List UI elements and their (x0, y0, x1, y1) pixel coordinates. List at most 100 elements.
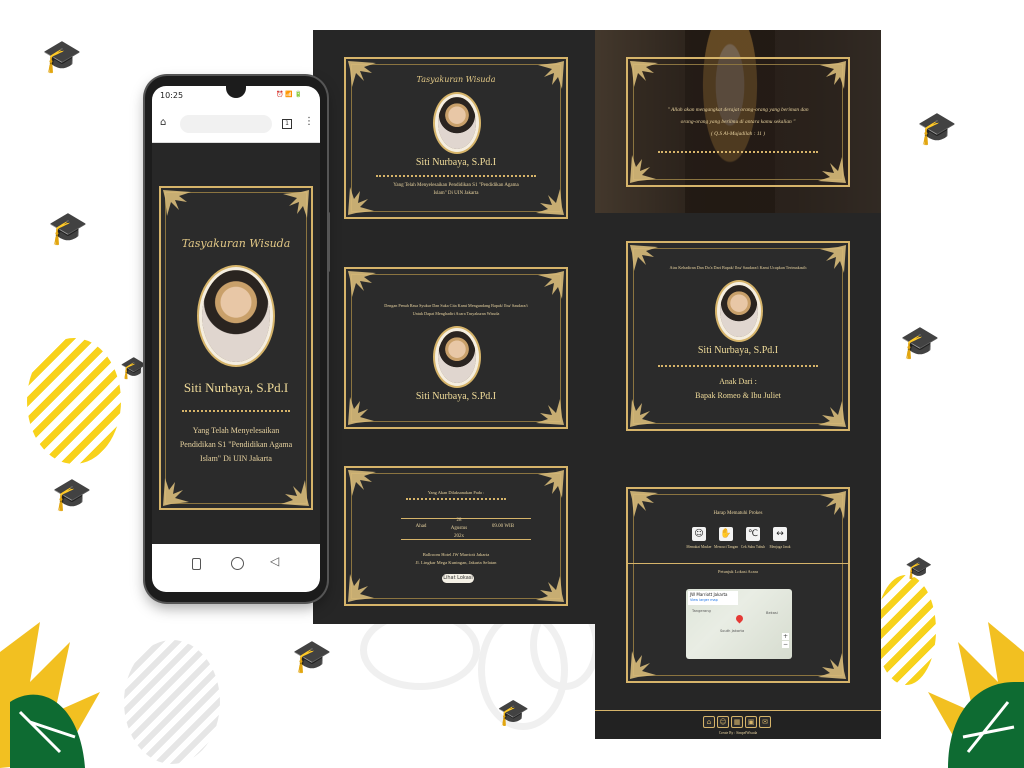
greeting-photo (438, 331, 476, 383)
url-bar[interactable] (180, 115, 272, 133)
gold-leaf-ornament (818, 653, 846, 679)
nav-home-button[interactable] (231, 557, 244, 570)
monstera-leaf-decoration (928, 622, 1024, 768)
gold-leaf-ornament (348, 574, 374, 602)
browser-menu-icon[interactable]: ⋮ (304, 116, 314, 127)
map-pin-icon (734, 613, 745, 624)
nav-message-icon[interactable]: ✉ (759, 716, 771, 728)
parents-names: Bapak Romeo & Ibu Juliet (695, 391, 781, 400)
gold-leaf-ornament (630, 651, 656, 679)
view-location-button[interactable]: Lihat Lokasi (442, 574, 474, 583)
phone-card-name: Siti Nurbaya, S.Pd.I (183, 380, 289, 395)
graduation-cap-icon: 🎓 (52, 475, 92, 513)
graduation-cap-icon: 🎓 (917, 109, 957, 147)
greeting-name: Siti Nurbaya, S.Pd.I (415, 391, 497, 402)
footer-credit: Create By : SimpelWisuda (718, 731, 758, 735)
nav-back-icon[interactable]: ◁ (270, 554, 279, 568)
thermometer-icon: ℃ (746, 527, 760, 541)
graduation-cap-icon: 🎓 (48, 209, 88, 247)
phone-desc-line1: Yang Telah Menyelesaikan (192, 426, 280, 435)
map-zoom-out-button[interactable]: − (782, 641, 789, 648)
greeting-line2: Untuk Dapat Menghadiri Acara Tasyakuran … (412, 311, 500, 316)
quote-line1: " Allah akan mengangkat derajat orang-or… (667, 107, 809, 113)
map-embed[interactable]: JW Marriott Jakarta View larger map Tang… (686, 589, 792, 659)
gold-leaf-ornament (536, 399, 564, 425)
nav-recents-icon[interactable] (192, 558, 201, 570)
map-label: JW Marriott Jakarta (690, 592, 728, 597)
health-item-2: Mencuci Tangan (714, 545, 738, 549)
map-title: Petunjuk Lokasi Acara (718, 569, 758, 574)
gold-leaf-ornament (163, 190, 191, 216)
cover-desc-line1: Yang Telah Menyelesaikan Pendidikan S1 "… (393, 183, 519, 188)
cover-photo (438, 97, 476, 149)
gold-leaf-ornament (630, 399, 656, 427)
event-year: 202x (454, 534, 464, 539)
map-city: Tangerang (692, 609, 711, 613)
nav-gallery-icon[interactable]: ▣ (745, 716, 757, 728)
status-time: 10:25 (160, 91, 184, 100)
gold-leaf-ornament (630, 491, 658, 517)
gold-leaf-ornament (348, 61, 376, 87)
graduation-cap-icon: 🎓 (905, 556, 933, 581)
gold-leaf-ornament (281, 480, 309, 506)
phone-side-button (327, 212, 330, 272)
tab-count-button[interactable]: 1 (282, 119, 292, 129)
gold-leaf-ornament (538, 271, 564, 299)
status-icons: ⏰ 📶 🔋 (276, 91, 303, 98)
gold-leaf-ornament (348, 187, 374, 215)
event-address: Jl. Lingkar Mega Kuningan, Jakarta Selat… (415, 560, 497, 565)
wash-hands-icon: ✋ (719, 527, 733, 541)
wavy-divider (182, 410, 290, 416)
health-item-3: Cek Suhu Tubuh (740, 545, 766, 549)
phone-card-title: Tasyakuran Wisuda (181, 237, 291, 250)
home-icon[interactable]: ⌂ (160, 117, 166, 128)
child-of-label: Anak Dari : (719, 377, 757, 386)
gold-leaf-ornament (538, 470, 564, 498)
map-area2: Bekasi (766, 611, 778, 615)
distance-icon: ↔ (773, 527, 787, 541)
gold-leaf-ornament (283, 190, 309, 218)
parents-photo (720, 285, 758, 337)
gold-leaf-ornament (163, 478, 189, 506)
map-larger-link[interactable]: View larger map (690, 598, 718, 602)
gold-leaf-ornament (348, 397, 374, 425)
gold-leaf-ornament (536, 576, 564, 602)
cover-name: Siti Nurbaya, S.Pd.I (415, 157, 497, 168)
gold-leaf-ornament (538, 61, 564, 89)
greeting-line1: Dengan Penuh Rasa Syukur Dan Suka Cita K… (384, 303, 528, 308)
event-time: 09.00 WIB (491, 524, 515, 529)
parents-intro: Atas Kehadiran Dan Do'a Dari Bapak/ Ibu/… (669, 265, 807, 270)
gold-leaf-ornament (348, 470, 376, 496)
wavy-divider (658, 151, 818, 157)
graduation-cap-icon: 🎓 (900, 323, 940, 361)
gold-leaf-ornament (630, 61, 658, 87)
nav-calendar-icon[interactable]: ▦ (731, 716, 743, 728)
phone-card-photo (202, 270, 270, 362)
gold-leaf-ornament (820, 61, 846, 89)
wavy-divider (406, 498, 506, 504)
decor-striped-circle-yellow (27, 338, 121, 464)
gold-leaf-ornament (630, 155, 656, 183)
health-item-4: Menjaga Jarak (769, 545, 791, 549)
event-date: 28 (456, 518, 462, 523)
gold-leaf-ornament (820, 245, 846, 273)
gold-leaf-ornament (630, 245, 658, 271)
wavy-divider (376, 175, 536, 181)
phone-screen: 10:25 ⏰ 📶 🔋 ⌂ 1 ⋮ Tasyakuran Wisuda Siti… (152, 86, 320, 592)
phone-desc-line2: Pendidikan S1 "Pendidikan Agama (179, 440, 293, 449)
graduation-cap-icon: 🎓 (42, 37, 82, 75)
nav-home-icon[interactable]: ⌂ (703, 716, 715, 728)
gold-leaf-ornament (820, 491, 846, 519)
quote-line2: orang-orang yang berilmu di antara kamu … (680, 119, 796, 125)
health-item-1: Memakai Masker (686, 545, 712, 549)
event-day: Ahad (415, 524, 427, 529)
parents-name: Siti Nurbaya, S.Pd.I (697, 345, 779, 356)
nav-user-icon[interactable]: ☺ (717, 716, 729, 728)
gold-leaf-ornament (348, 271, 376, 297)
gold-leaf-ornament (818, 401, 846, 427)
map-zoom-in-button[interactable]: + (782, 633, 789, 640)
event-intro: Yang Akan Dilaksanakan Pada : (427, 490, 485, 495)
quote-line3: ( Q.S Al-Mujadilah : 11 ) (711, 131, 765, 137)
health-title: Harap Mematuhi Prokes (713, 511, 763, 516)
wavy-divider (658, 365, 818, 371)
